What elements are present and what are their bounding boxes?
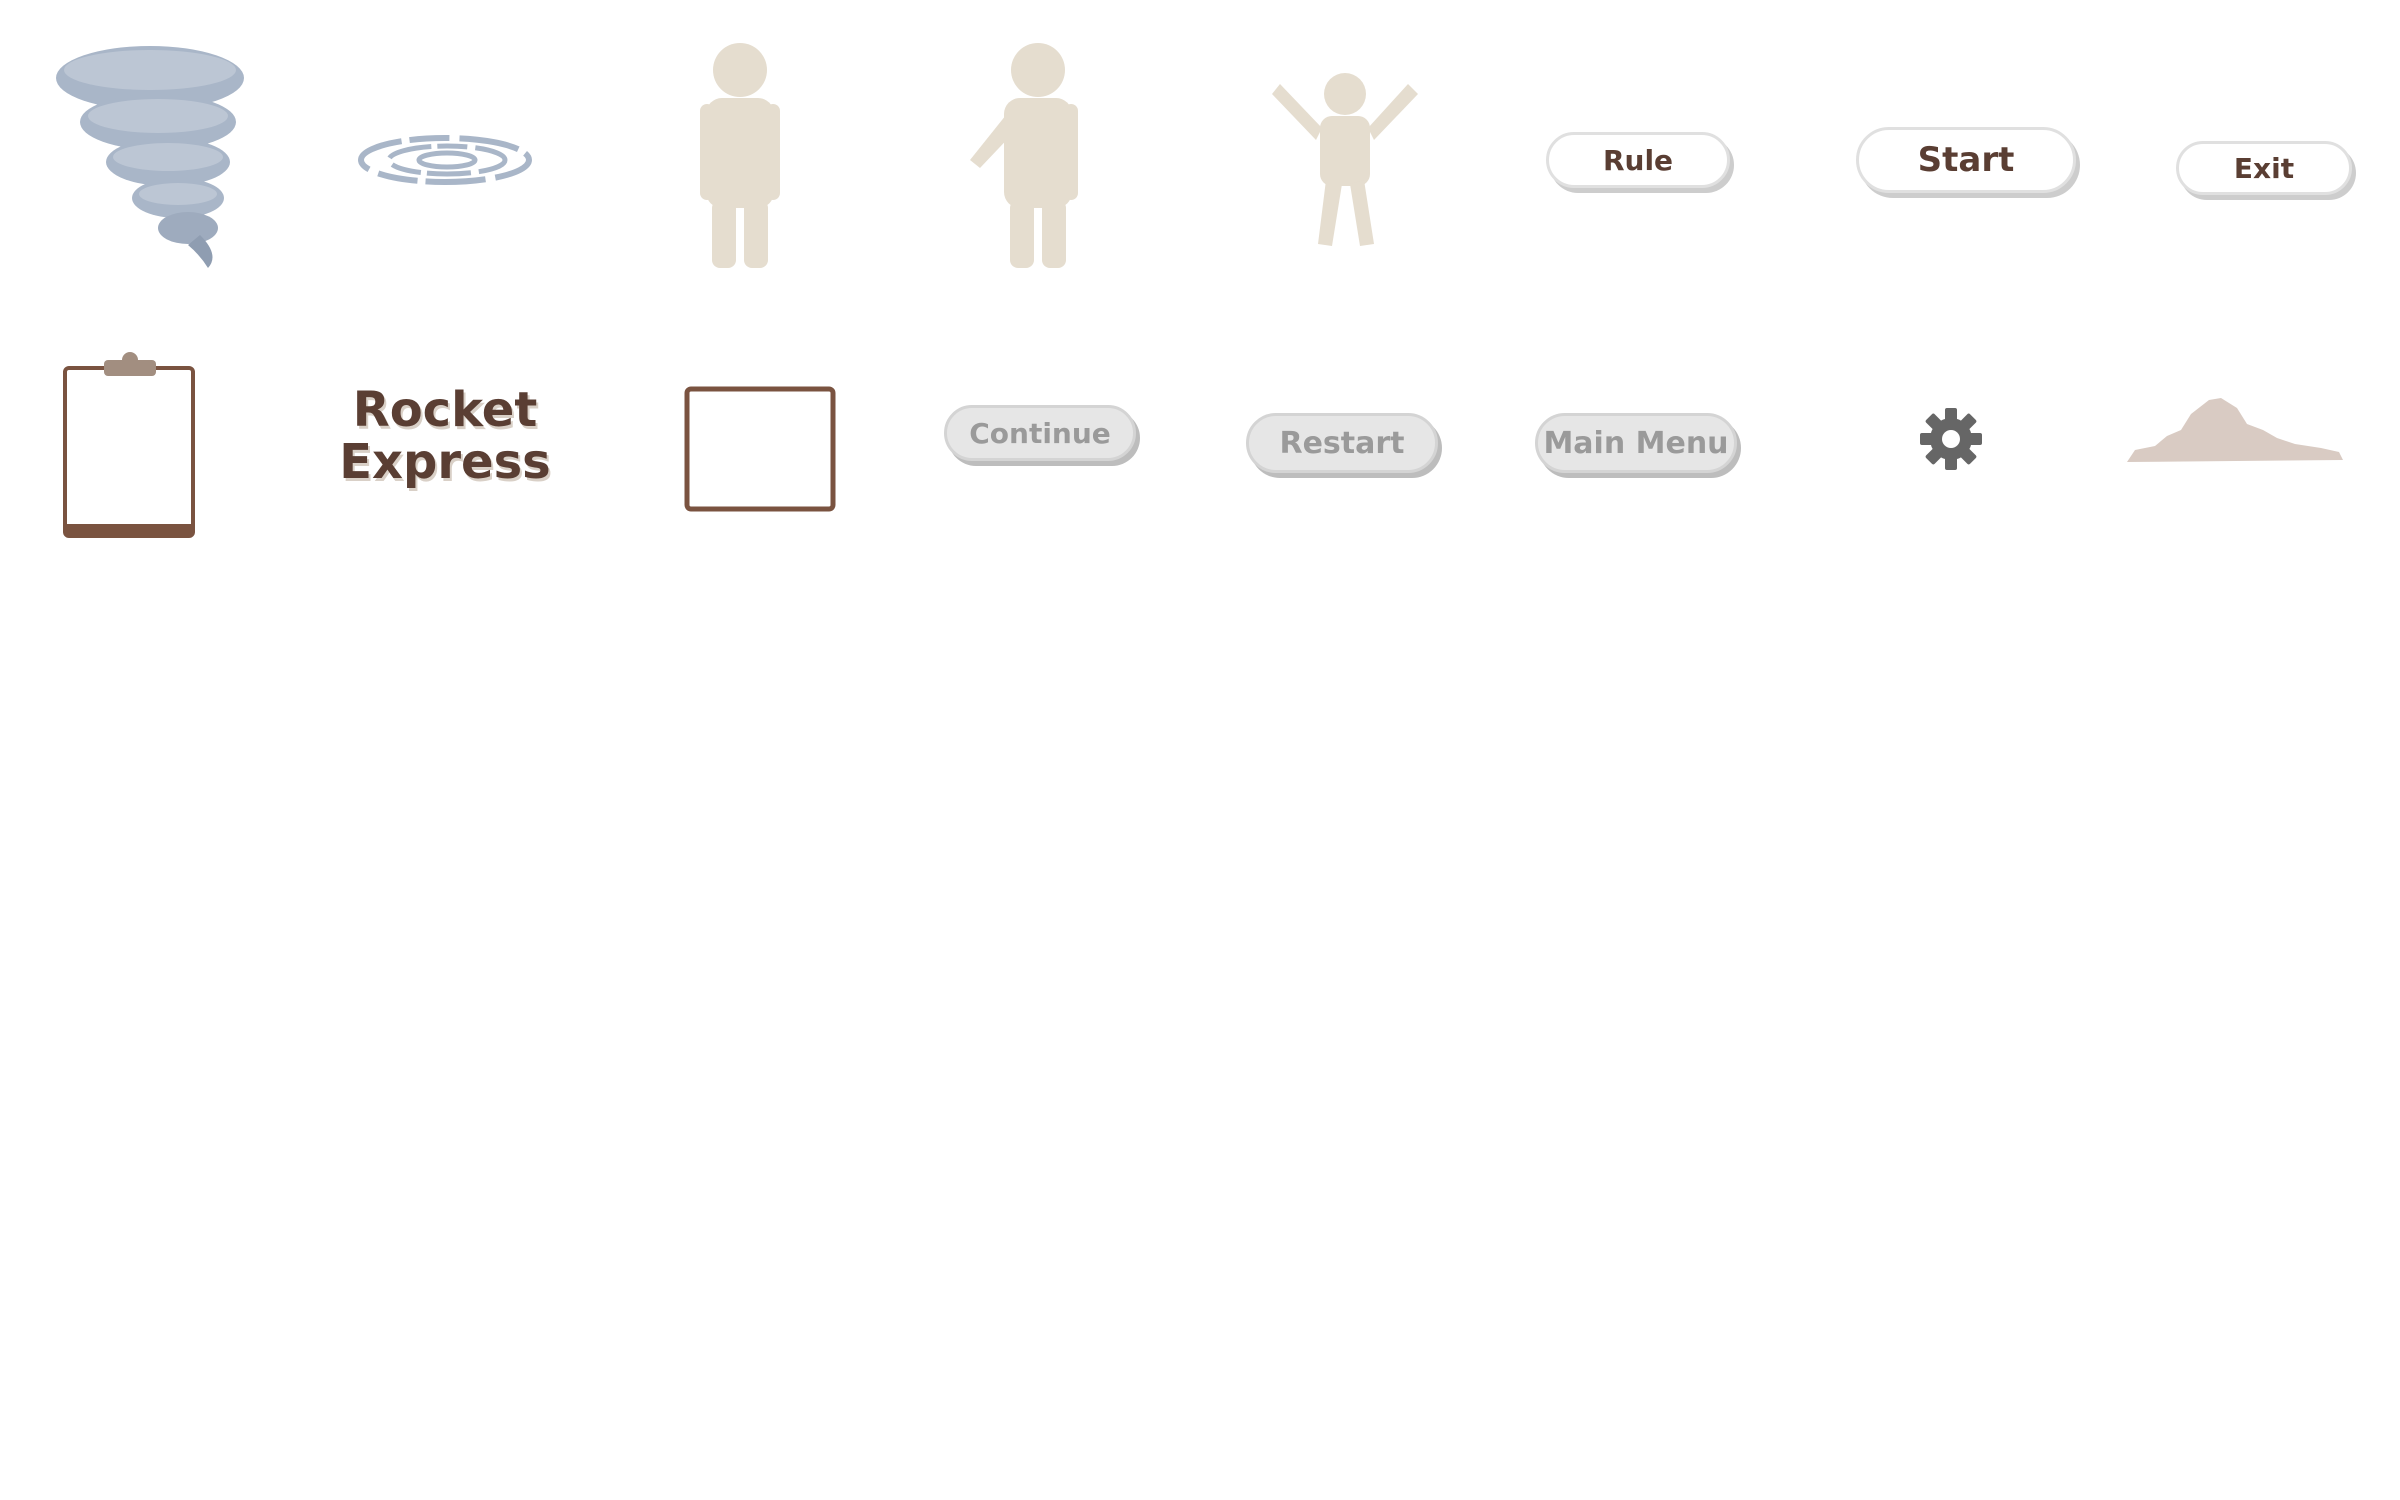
gear-icon[interactable] xyxy=(1918,406,1984,472)
exit-button[interactable]: Exit xyxy=(2176,141,2352,195)
rule-button[interactable]: Rule xyxy=(1546,132,1730,188)
person-standing-icon xyxy=(690,40,790,270)
person-cheering-icon xyxy=(1270,70,1420,250)
tornado-icon xyxy=(50,40,250,270)
swirl-icon xyxy=(355,130,535,190)
main-menu-button[interactable]: Main Menu xyxy=(1535,413,1737,473)
frame-icon xyxy=(684,386,836,512)
dust-cloud-icon xyxy=(2125,392,2345,464)
game-title-line-1: Rocket xyxy=(352,382,538,438)
continue-button[interactable]: Continue xyxy=(944,405,1136,461)
game-title-line-2: Express xyxy=(339,433,551,490)
restart-button[interactable]: Restart xyxy=(1246,413,1438,473)
person-pointing-icon xyxy=(960,40,1100,270)
clipboard-icon xyxy=(60,352,200,542)
start-button[interactable]: Start xyxy=(1856,127,2076,193)
game-title: Rocket Express xyxy=(330,382,560,490)
